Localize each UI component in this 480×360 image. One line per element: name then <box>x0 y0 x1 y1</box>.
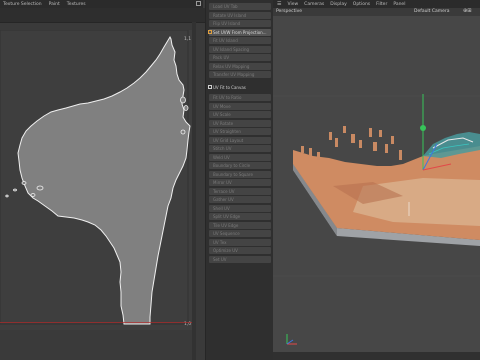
tool-item[interactable]: UV Straighten <box>209 128 271 135</box>
viewport-menu-display[interactable]: Display <box>330 2 347 7</box>
tool-item[interactable]: Boundary to Circle <box>209 162 271 169</box>
tool-item[interactable]: Rotate UV Island <box>209 11 271 19</box>
tool-item[interactable]: Boundary to Square <box>209 170 271 178</box>
structure-block <box>359 140 362 148</box>
tool-item[interactable]: Terrace UV <box>209 187 271 195</box>
tool-item[interactable]: Shell UV <box>209 204 271 212</box>
uv-vertical-scrollbar[interactable] <box>192 22 196 360</box>
uv-tile-label-top: 1,1 <box>184 37 192 42</box>
tool-item[interactable]: Stitch UV <box>209 145 271 152</box>
uv-island-small <box>30 193 36 197</box>
tool-item[interactable]: Mirror UV <box>209 179 271 186</box>
tool-item[interactable]: Optimize UV <box>209 247 271 254</box>
structure-block <box>301 146 304 153</box>
structure-block <box>351 134 355 143</box>
structure-block <box>317 152 320 160</box>
uv-island-svg[interactable] <box>0 30 192 330</box>
tool-item[interactable]: Load UV Tab <box>209 3 271 10</box>
structure-block <box>329 132 332 140</box>
viewport-menu-view[interactable]: View <box>287 2 298 7</box>
tool-item[interactable]: UV Sequence <box>209 230 271 237</box>
tool-item[interactable]: Fit UV to Ratio <box>209 94 271 101</box>
uv-island-small <box>21 181 27 185</box>
structure-block <box>309 148 312 156</box>
menu-paint[interactable]: Paint <box>49 2 60 7</box>
structure-block <box>343 126 346 133</box>
uv-island-small <box>36 185 44 191</box>
viewport-menu-panel[interactable]: Panel <box>393 2 405 7</box>
viewport-status-bar <box>273 352 480 360</box>
projection-tool-icon <box>208 29 212 34</box>
uv-editor-menubar: Texture Selection Paint Textures <box>0 0 203 8</box>
uv-island-small <box>183 105 189 111</box>
viewport-info-bar: Perspective Default Camera ⊕⊞ <box>273 8 480 16</box>
structure-block <box>335 138 338 147</box>
uv-island-small <box>180 96 186 104</box>
tool-item[interactable]: UV Grid Layout <box>209 136 271 144</box>
uv-tools-panel: Load UV Tab Rotate UV Island Flip UV Islan… <box>205 0 274 360</box>
uv-bottom-ruler <box>0 322 192 323</box>
tool-item[interactable]: Fit UV Island <box>209 37 271 44</box>
tool-item[interactable]: UV Scale <box>209 111 271 118</box>
viewport-scene[interactable] <box>273 16 480 352</box>
viewport-menu-icon[interactable]: ☰ <box>277 1 281 7</box>
tool-item[interactable]: Set UVW From Projection... <box>209 28 271 36</box>
camera-label[interactable]: Default Camera <box>414 9 450 14</box>
left-panel-options-icon[interactable] <box>196 1 201 6</box>
uv-toolbar <box>0 8 205 23</box>
fit-canvas-icon <box>208 84 212 89</box>
structure-block <box>373 142 377 151</box>
tool-item[interactable]: Relax UV Mapping <box>209 62 271 70</box>
structure-block <box>379 130 382 137</box>
menu-textures[interactable]: Textures <box>67 2 86 7</box>
tool-item[interactable]: UV Move <box>209 102 271 110</box>
structure-block <box>385 144 388 153</box>
uv-island-small <box>180 129 186 135</box>
tool-item[interactable]: UV Tex <box>209 238 271 246</box>
viewport-nav-icons[interactable]: ⊕⊞ <box>463 8 471 14</box>
tool-item[interactable]: Flip UV Island <box>209 20 271 27</box>
uv-island-small <box>5 194 9 198</box>
viewport-menu-cameras[interactable]: Cameras <box>304 2 324 7</box>
tool-item[interactable]: Set UV <box>209 255 271 263</box>
structure-block <box>391 136 394 144</box>
tool-item[interactable]: UV Island Spacing <box>209 45 271 53</box>
viewport-menu-options[interactable]: Options <box>353 2 370 7</box>
tool-item[interactable]: Tile UV Edge <box>209 221 271 229</box>
structure-block <box>369 128 372 137</box>
tool-item[interactable]: Weld UV <box>209 153 271 161</box>
menu-texture-selection[interactable]: Texture Selection <box>3 2 42 7</box>
viewport-menubar: ☰ View Cameras Display Options Filter Pa… <box>273 0 480 8</box>
structure-block <box>399 150 402 160</box>
viewport-menu-filter[interactable]: Filter <box>376 2 387 7</box>
tool-item[interactable]: Pack UV <box>209 54 271 61</box>
tool-item[interactable]: Gather UV <box>209 196 271 203</box>
gizmo-center <box>420 125 426 131</box>
projection-label: Perspective <box>276 9 303 14</box>
tool-item[interactable]: Split UV Edge <box>209 213 271 220</box>
uv-island <box>17 35 191 325</box>
tool-item[interactable]: Transfer UV Mapping <box>209 71 271 78</box>
uv-island-small <box>13 188 17 192</box>
uv-canvas[interactable] <box>0 30 192 330</box>
tool-item[interactable]: UV Rotate <box>209 119 271 127</box>
tool-item[interactable]: UV Fit to Canvas <box>209 84 271 91</box>
